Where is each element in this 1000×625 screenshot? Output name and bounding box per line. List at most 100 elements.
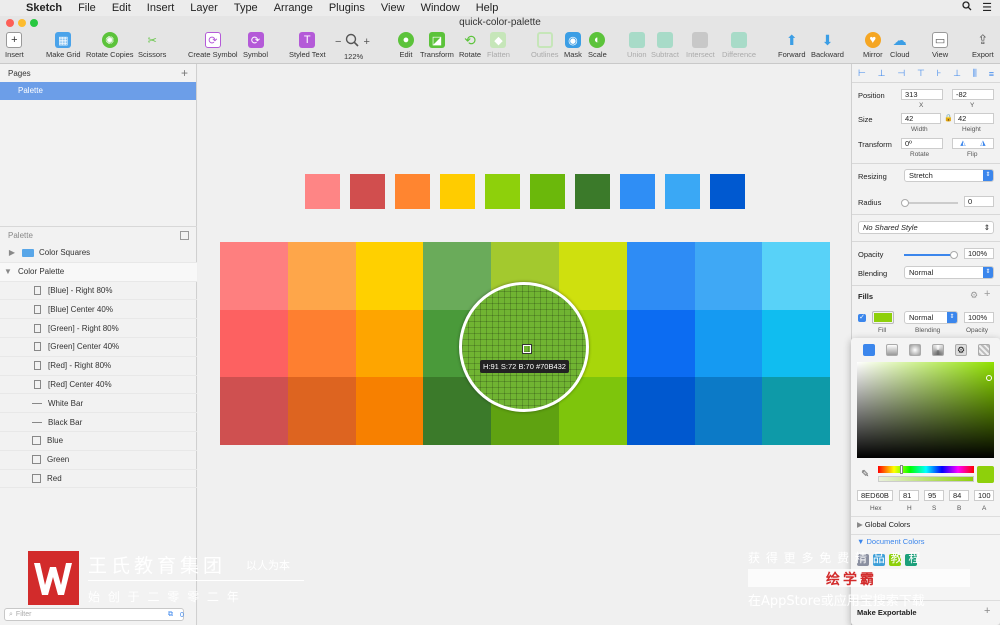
alpha-field[interactable]: 100 [974, 490, 994, 501]
forward-button[interactable]: ⬆ Forward [778, 32, 806, 60]
palette-cell[interactable] [694, 377, 763, 446]
fill-settings-gear-icon[interactable]: ⚙ [970, 290, 978, 301]
align-left-icon[interactable]: ⊢ [858, 68, 866, 79]
insert-button[interactable]: + Insert [5, 32, 24, 59]
blending-select[interactable]: Normal ⇕ [904, 266, 994, 279]
menu-insert[interactable]: Insert [147, 2, 175, 14]
cloud-button[interactable]: ☁ Cloud [890, 32, 910, 60]
flatten-button[interactable]: ◆ Flatten [487, 32, 510, 59]
layer-item[interactable]: Green [0, 451, 197, 470]
palette-cell[interactable] [355, 309, 424, 378]
palette-cell[interactable] [287, 377, 356, 446]
shared-style-select[interactable]: No Shared Style ⇕ [858, 221, 994, 234]
x-field[interactable]: 313 [901, 89, 943, 100]
make-exportable-label[interactable]: Make Exportable [857, 608, 917, 617]
color-square[interactable] [440, 174, 475, 209]
fill-blend-select[interactable]: Normal ⇕ [904, 311, 958, 324]
radius-slider[interactable] [901, 199, 958, 207]
fill-enabled-checkbox[interactable]: ✓ [858, 314, 866, 322]
edit-button[interactable]: ● Edit [398, 32, 414, 59]
union-button[interactable]: Union [627, 32, 647, 59]
outlines-button[interactable]: Outlines [531, 32, 559, 59]
transform-button[interactable]: ◪ Transform [420, 32, 454, 59]
solid-fill-tab[interactable] [863, 344, 875, 356]
alpha-slider[interactable] [878, 476, 974, 482]
palette-cell[interactable] [220, 309, 288, 378]
color-square[interactable] [485, 174, 520, 209]
rotate-copies-button[interactable]: ✺ Rotate Copies [86, 32, 134, 59]
resizing-select[interactable]: Stretch ⇕ [904, 169, 994, 182]
palette-cell[interactable] [626, 377, 695, 446]
scissors-button[interactable]: ✂ Scissors [138, 32, 166, 60]
document-colors-toggle[interactable]: ▼ Document Colors [857, 537, 924, 546]
noise-fill-tab[interactable] [978, 344, 990, 356]
hue-field[interactable]: 81 [899, 490, 919, 501]
opacity-slider[interactable] [904, 251, 958, 259]
radius-slider-knob[interactable] [901, 199, 909, 207]
rotate-button[interactable]: ⟲ Rotate [459, 32, 481, 60]
color-square[interactable] [575, 174, 610, 209]
disclosure-right-icon[interactable]: ▶ [8, 248, 16, 257]
align-top-icon[interactable]: ⊤ [917, 68, 925, 79]
radial-gradient-tab[interactable] [909, 344, 921, 356]
make-grid-button[interactable]: ▦ Make Grid [46, 32, 81, 59]
difference-button[interactable]: Difference [722, 32, 756, 59]
global-colors-toggle[interactable]: ▶ Global Colors [857, 520, 910, 529]
menu-arrange[interactable]: Arrange [274, 2, 313, 14]
radius-field[interactable]: 0 [964, 196, 994, 207]
layer-item[interactable]: [Red] - Right 80% [0, 357, 197, 376]
layer-item[interactable]: Blue [0, 432, 197, 451]
zoom-out-button[interactable]: − [335, 36, 341, 48]
palette-cell[interactable] [694, 242, 763, 310]
layer-item[interactable]: Red [0, 470, 197, 489]
symbol-button[interactable]: ⟳ Symbol [243, 32, 268, 59]
fill-opacity-field[interactable]: 100% [964, 312, 994, 323]
pattern-fill-tab[interactable]: ⚙ [955, 344, 967, 356]
menu-view[interactable]: View [381, 2, 405, 14]
angular-gradient-tab[interactable] [932, 344, 944, 356]
layer-item[interactable]: [Green] - Right 80% [0, 319, 197, 338]
mirror-button[interactable]: ♥ Mirror [863, 32, 883, 59]
view-button[interactable]: ▭ View [932, 32, 948, 59]
menu-list-icon[interactable]: ☰ [982, 1, 992, 14]
height-field[interactable]: 42 [954, 113, 994, 124]
hue-slider[interactable] [878, 465, 974, 474]
add-page-button[interactable]: + [181, 66, 188, 80]
palette-cell[interactable] [287, 309, 356, 378]
saturation-brightness-field[interactable] [857, 362, 994, 458]
zoom-in-button[interactable]: + [363, 36, 369, 48]
intersect-button[interactable]: Intersect [686, 32, 715, 59]
palette-cell[interactable] [287, 242, 356, 310]
y-field[interactable]: -82 [952, 89, 994, 100]
color-square[interactable] [395, 174, 430, 209]
menu-plugins[interactable]: Plugins [329, 2, 365, 14]
search-icon[interactable] [962, 1, 972, 14]
align-bottom-icon[interactable]: ⊥ [953, 68, 961, 79]
menu-layer[interactable]: Layer [190, 2, 218, 14]
mask-button[interactable]: ◉ Mask [564, 32, 582, 59]
palette-cell[interactable] [762, 377, 831, 446]
palette-cell[interactable] [762, 242, 831, 310]
canvas[interactable]: H:91 S:72 B:70 #70B432 [198, 64, 851, 625]
flip-vertical-icon[interactable]: ◮ [980, 139, 985, 148]
filter-pages-icon[interactable]: ⧉ [168, 611, 173, 619]
saturation-field[interactable]: 95 [924, 490, 944, 501]
filter-input[interactable]: ⌕ Filter [4, 608, 184, 621]
hex-field[interactable]: 8ED60B [857, 490, 893, 501]
menu-type[interactable]: Type [234, 2, 258, 14]
layer-item[interactable]: [Blue] Center 40% [0, 300, 197, 320]
color-square[interactable] [305, 174, 340, 209]
distribute-h-icon[interactable]: ⫼ [973, 68, 977, 79]
palette-cell[interactable] [355, 377, 424, 446]
layer-group[interactable]: ▼ Color Palette [0, 262, 197, 282]
layer-item[interactable]: [Blue] - Right 80% [0, 282, 197, 301]
align-center-icon[interactable]: ⊥ [878, 68, 886, 79]
palette-cell[interactable] [220, 377, 288, 446]
palette-cell[interactable] [762, 309, 831, 378]
create-symbol-button[interactable]: ⟳ Create Symbol [188, 32, 238, 59]
palette-cell[interactable] [626, 242, 695, 310]
collapse-icon[interactable] [180, 231, 189, 240]
width-field[interactable]: 42 [901, 113, 941, 124]
eyedropper-icon[interactable]: ✎ [861, 469, 869, 480]
lock-ratio-icon[interactable]: 🔒 [944, 114, 953, 122]
